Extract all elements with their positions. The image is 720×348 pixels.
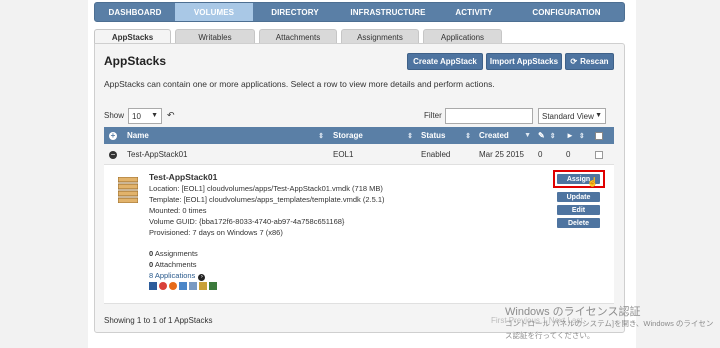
main-nav: DASHBOARD VOLUMES DIRECTORY INFRASTRUCTU… [94, 2, 625, 22]
panel-title: AppStacks [104, 54, 167, 68]
nav-directory[interactable]: DIRECTORY [253, 3, 337, 21]
column-attachments[interactable]: ✎ ⇕ [538, 127, 562, 144]
table-row[interactable]: − Test-AppStack01 EOL1 Enabled Mar 25 20… [104, 145, 614, 164]
attachments-count: 0 [149, 260, 154, 269]
caret-down-icon: ▼ [151, 112, 158, 119]
row-count-1: 0 [538, 150, 543, 159]
applications-link-label: 8 Applications [149, 271, 196, 280]
nav-activity[interactable]: ACTIVITY [439, 3, 509, 21]
row-created: Mar 25 2015 [479, 150, 524, 159]
tab-writables[interactable]: Writables [175, 29, 255, 44]
app-icon [189, 282, 197, 290]
sort-icon: ⇕ [407, 132, 413, 140]
sort-icon: ⇕ [578, 132, 585, 140]
tab-assignments[interactable]: Assignments [341, 29, 419, 44]
view-value: Standard View [542, 111, 594, 121]
app-icon [209, 282, 217, 290]
row-checkbox[interactable] [595, 145, 603, 164]
assignments-label: Assignments [154, 249, 198, 258]
update-button[interactable]: Update [557, 192, 600, 202]
tab-attachments[interactable]: Attachments [259, 29, 337, 44]
show-label: Show [104, 111, 125, 120]
sub-tabs: AppStacks Writables Attachments Assignme… [94, 29, 502, 44]
arrow-right-icon: › [198, 273, 206, 281]
nav-volumes[interactable]: VOLUMES [175, 3, 253, 21]
appstack-icon [118, 177, 138, 203]
filter-input[interactable] [445, 108, 533, 124]
page-size-value: 10 [132, 111, 141, 121]
appstacks-panel: AppStacks Create AppStack Import AppStac… [94, 43, 625, 333]
edit-button[interactable]: Edit [557, 205, 600, 215]
tab-applications[interactable]: Applications [423, 29, 502, 44]
column-mounts[interactable]: ► ⇕ [566, 127, 590, 144]
nav-configuration[interactable]: CONFIGURATION [509, 3, 624, 21]
detail-template: Template: [EOL1] cloudvolumes/apps_templ… [149, 195, 385, 204]
sort-icon: ⇕ [549, 132, 556, 140]
appstack-detail: Test-AppStack01 Location: [EOL1] cloudvo… [104, 164, 614, 304]
detail-provisioned: Provisioned: 7 days on Windows 7 (x86) [149, 228, 283, 237]
page: DASHBOARD VOLUMES DIRECTORY INFRASTRUCTU… [88, 0, 636, 348]
detail-assignments: 0 Assignments [149, 249, 198, 258]
firefox-icon [169, 282, 177, 290]
page-size-select[interactable]: 10 ▼ [128, 108, 162, 124]
app-icon [179, 282, 187, 290]
detail-location: Location: [EOL1] cloudvolumes/apps/Test-… [149, 184, 383, 193]
row-name: Test-AppStack01 [127, 150, 188, 159]
column-name-label: Name [127, 131, 149, 140]
play-icon: ► [566, 131, 574, 140]
nav-infrastructure[interactable]: INFRASTRUCTURE [337, 3, 439, 21]
application-icons [149, 282, 217, 290]
sort-icon: ⇕ [318, 132, 324, 140]
reset-icon[interactable]: ↶ [167, 110, 175, 121]
activation-watermark-text: コントロール パネルのシステム]を開き、Windows のライセンス認証を行って… [505, 319, 714, 340]
collapse-icon[interactable]: − [109, 145, 117, 164]
rescan-label: Rescan [580, 57, 609, 66]
column-name[interactable]: Name ⇕ [127, 127, 324, 144]
row-status: Enabled [421, 150, 451, 159]
background-left [0, 0, 88, 348]
activation-watermark-title: Windows のライセンス認証 [505, 306, 641, 318]
row-storage: EOL1 [333, 150, 354, 159]
refresh-icon: ⟳ [570, 57, 578, 66]
column-storage[interactable]: Storage ⇕ [333, 127, 413, 144]
background-right [632, 0, 720, 348]
app-icon [199, 282, 207, 290]
import-appstacks-button[interactable]: Import AppStacks [486, 53, 562, 70]
assignments-count: 0 [149, 249, 154, 258]
detail-attachments: 0 Attachments [149, 260, 197, 269]
table-toolbar: Show 10 ▼ ↶ Filter Standard View ▼ [104, 107, 614, 125]
select-all-checkbox[interactable] [595, 127, 603, 144]
filter-label: Filter [424, 111, 442, 120]
nav-dashboard[interactable]: DASHBOARD [95, 3, 175, 21]
panel-description: AppStacks can contain one or more applic… [104, 79, 495, 89]
row-count-2: 0 [566, 150, 571, 159]
sort-desc-icon: ▼ [524, 132, 531, 139]
column-created[interactable]: Created ▼ [479, 127, 531, 144]
create-appstack-button[interactable]: Create AppStack [407, 53, 483, 70]
view-select[interactable]: Standard View ▼ [538, 108, 606, 124]
detail-guid: Volume GUID: {bba172f6-8033-4740-ab97-4a… [149, 217, 345, 226]
rescan-button[interactable]: ⟳ Rescan [565, 53, 614, 70]
chrome-icon [159, 282, 167, 290]
link-icon: ✎ [538, 131, 545, 140]
caret-down-icon: ▼ [595, 112, 602, 119]
column-status[interactable]: Status ⇕ [421, 127, 471, 144]
sort-icon: ⇕ [465, 132, 471, 140]
delete-button[interactable]: Delete [557, 218, 600, 228]
cursor-icon: ☝ [587, 177, 599, 187]
table-summary: Showing 1 to 1 of 1 AppStacks [104, 316, 213, 325]
column-created-label: Created [479, 131, 509, 140]
table-header: + Name ⇕ Storage ⇕ Status ⇕ Created ▼ ✎ … [104, 127, 614, 144]
expand-all-icon[interactable]: + [109, 127, 117, 144]
detail-mounted: Mounted: 0 times [149, 206, 207, 215]
column-storage-label: Storage [333, 131, 363, 140]
applications-link[interactable]: 8 Applications › [149, 271, 206, 281]
attachments-label: Attachments [154, 260, 197, 269]
column-status-label: Status [421, 131, 446, 140]
app-icon [149, 282, 157, 290]
tab-appstacks[interactable]: AppStacks [94, 29, 171, 44]
detail-title: Test-AppStack01 [149, 172, 218, 182]
